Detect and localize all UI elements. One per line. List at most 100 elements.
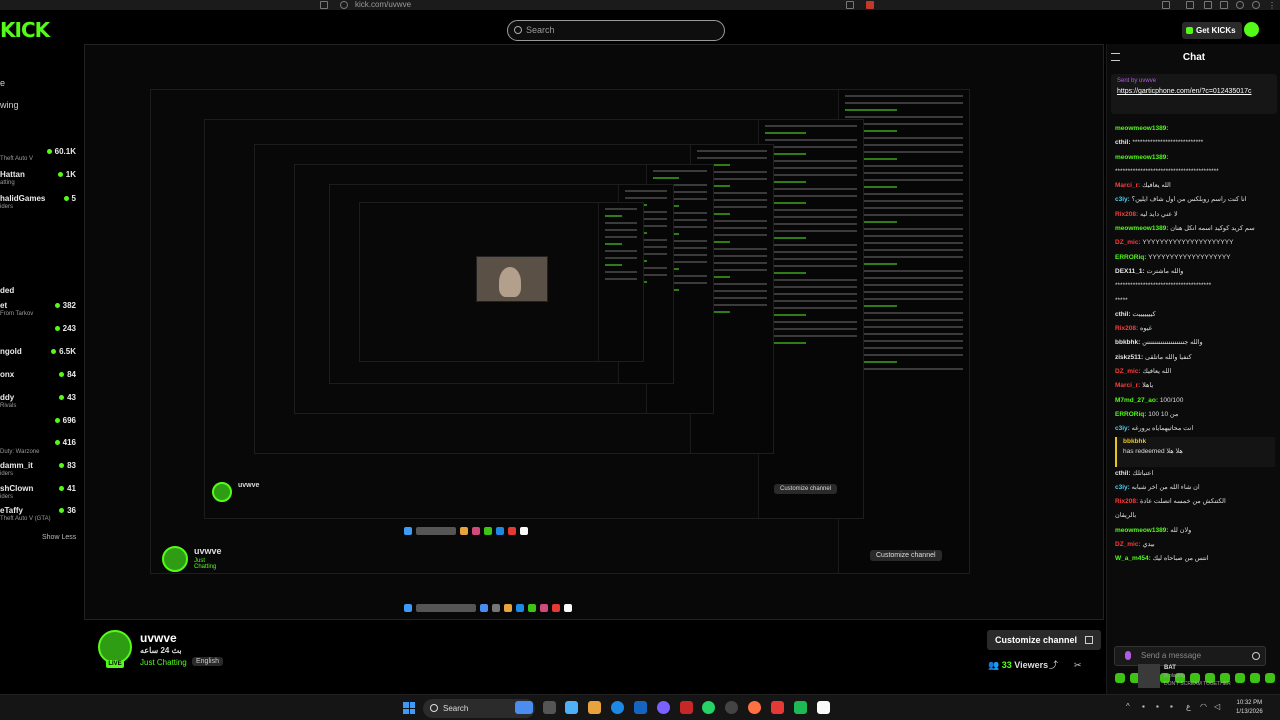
pinned-link[interactable]: https://garticphone.com/en/?c=012435017c — [1117, 87, 1271, 96]
emote-icon[interactable] — [1265, 673, 1275, 683]
volume-icon[interactable]: ◁ — [1214, 703, 1222, 711]
chat-username[interactable]: bbkbhk: — [1115, 339, 1140, 346]
tray-app-icon[interactable]: ▪ — [1156, 703, 1164, 711]
window-icon[interactable] — [1162, 1, 1170, 9]
steam-icon[interactable] — [725, 701, 738, 714]
file-explorer-icon[interactable] — [588, 701, 601, 714]
pinned-message[interactable]: Sent by uvwve https://garticphone.com/en… — [1111, 74, 1277, 114]
sidebar-channel[interactable]: 696 — [0, 416, 80, 438]
share-icon[interactable] — [846, 1, 854, 9]
kick-logo[interactable]: KICK — [0, 18, 50, 42]
share-icon[interactable]: ⤴ — [1049, 661, 1058, 670]
chat-username[interactable]: DZ_mic: — [1115, 368, 1141, 375]
sidebar-channel[interactable]: ddy Rivals 43 — [0, 393, 80, 415]
emoji-icon[interactable] — [1252, 652, 1260, 660]
chat-username[interactable]: DEX11_1: — [1115, 268, 1145, 275]
chat-username[interactable]: DZ_mic: — [1115, 239, 1141, 246]
sidebar-channel[interactable]: et From Tarkov 382 — [0, 301, 80, 323]
copilot-icon[interactable] — [565, 701, 578, 714]
sidebar-channel[interactable]: Theft Auto V 60.1K — [0, 147, 80, 169]
show-less-button[interactable]: Show Less — [42, 534, 76, 541]
site-info-icon[interactable] — [340, 1, 348, 9]
mic-icon[interactable] — [1125, 651, 1131, 660]
sidebar-channel[interactable]: onx 84 — [0, 370, 80, 392]
chat-username[interactable]: M7md_27_ao: — [1115, 397, 1158, 404]
chat-username[interactable]: c3iy: — [1115, 484, 1130, 491]
system-clock[interactable]: 10:32 PM 1/13/2026 — [1236, 699, 1263, 717]
chat-username[interactable]: meowmeow1389: — [1115, 125, 1168, 132]
channel-avatar[interactable]: LIVE — [98, 630, 132, 668]
get-kicks-button[interactable]: Get KICKs — [1182, 22, 1242, 39]
chat-username[interactable]: ERRORiq: — [1115, 254, 1146, 261]
widgets-icon[interactable] — [515, 701, 533, 714]
wifi-icon[interactable]: ◠ — [1200, 703, 1208, 711]
chat-username[interactable]: cthil: — [1115, 139, 1131, 146]
language-icon[interactable]: ع — [1186, 703, 1194, 711]
chat-username[interactable]: DZ_mic: — [1115, 541, 1141, 548]
channel-name[interactable]: uvwve — [140, 631, 177, 645]
bookmark-icon[interactable] — [320, 1, 328, 9]
extension-icon[interactable] — [866, 1, 874, 9]
chat-username[interactable]: meowmeow1389: — [1115, 154, 1168, 161]
chat-username[interactable]: c3iy: — [1115, 425, 1130, 432]
chat-username[interactable]: Marci_r: — [1115, 182, 1140, 189]
chat-username[interactable]: bbkbhk — [1123, 438, 1146, 445]
sidebar-channel[interactable]: Duty: Warzone 416 — [0, 438, 80, 460]
chat-text: ****************************************… — [1115, 167, 1219, 175]
notepad-icon[interactable] — [817, 701, 830, 714]
tray-app-icon[interactable]: ▪ — [1142, 703, 1150, 711]
chrome-icon[interactable] — [748, 701, 761, 714]
clip-icon[interactable]: ✂ — [1074, 661, 1083, 670]
sidebar-nav-following[interactable]: wing — [0, 100, 19, 110]
sidebar-toggle-icon[interactable] — [1186, 1, 1194, 9]
chat-username[interactable]: cthil: — [1115, 311, 1131, 318]
outlook-icon[interactable] — [634, 701, 647, 714]
settings-icon[interactable] — [1252, 1, 1260, 9]
extensions-icon[interactable] — [1204, 1, 1212, 9]
customize-channel-button[interactable]: Customize channel — [987, 630, 1102, 650]
chat-username[interactable]: cthil: — [1115, 470, 1131, 477]
address-bar[interactable]: kick.com/uvwve — [355, 0, 411, 10]
sidebar-channel[interactable]: Hattan atting 1K — [0, 170, 80, 192]
downloads-icon[interactable] — [1220, 1, 1228, 9]
sidebar-channel[interactable]: halidGames iders 5 — [0, 194, 80, 216]
brave-icon[interactable] — [771, 701, 784, 714]
discord-icon[interactable] — [657, 701, 670, 714]
sidebar-channel[interactable]: ngold 6.5K — [0, 347, 80, 369]
sidebar-channel[interactable]: eTaffy Theft Auto V (GTA) 36 — [0, 506, 80, 528]
chat-username[interactable]: Rix208: — [1115, 498, 1138, 505]
tray-app-icon[interactable]: ▪ — [1170, 703, 1178, 711]
chat-username[interactable]: W_a_m454: — [1115, 555, 1151, 562]
chat-username[interactable]: c3iy: — [1115, 196, 1130, 203]
obs-icon[interactable] — [794, 701, 807, 714]
stream-category[interactable]: Just Chatting — [140, 658, 187, 667]
edge-icon[interactable] — [611, 701, 624, 714]
windows-start-icon[interactable] — [403, 702, 415, 714]
chat-username[interactable]: Rix208: — [1115, 211, 1138, 218]
now-playing-popup[interactable]: BAT is playing DON'T SCREAM TOGETHER — [1138, 664, 1248, 690]
chat-username[interactable]: meowmeow1389: — [1115, 225, 1168, 232]
chat-username[interactable]: meowmeow1389: — [1115, 527, 1168, 534]
chat-username[interactable]: ERRORiq: — [1115, 411, 1146, 418]
emote-icon[interactable] — [1115, 673, 1125, 683]
sidebar-channel[interactable]: shClown iders 41 — [0, 484, 80, 506]
language-tag[interactable]: English — [192, 657, 223, 666]
chat-username[interactable]: Marci_r: — [1115, 382, 1140, 389]
profile-icon[interactable] — [1236, 1, 1244, 9]
chat-input[interactable]: Send a message — [1114, 646, 1266, 666]
app-icon[interactable] — [680, 701, 693, 714]
user-avatar[interactable] — [1244, 22, 1259, 37]
sidebar-channel[interactable]: damm_it iders 83 — [0, 461, 80, 483]
video-player[interactable]: uvwve Just Chatting Customize channel uv… — [84, 44, 1104, 620]
search-input[interactable]: Search — [507, 20, 725, 41]
task-view-icon[interactable] — [543, 701, 556, 714]
sidebar-channel[interactable]: 243 — [0, 324, 80, 346]
whatsapp-icon[interactable] — [702, 701, 715, 714]
chat-username[interactable]: ziskz511: — [1115, 354, 1143, 361]
redeem-reward: هلا هلا — [1166, 447, 1183, 455]
emote-icon[interactable] — [1250, 673, 1260, 683]
chat-username[interactable]: Rix208: — [1115, 325, 1138, 332]
tray-chevron-icon[interactable]: ^ — [1126, 703, 1134, 711]
menu-icon[interactable]: ⋮ — [1268, 1, 1276, 10]
sidebar-nav-browse[interactable]: e — [0, 78, 5, 88]
